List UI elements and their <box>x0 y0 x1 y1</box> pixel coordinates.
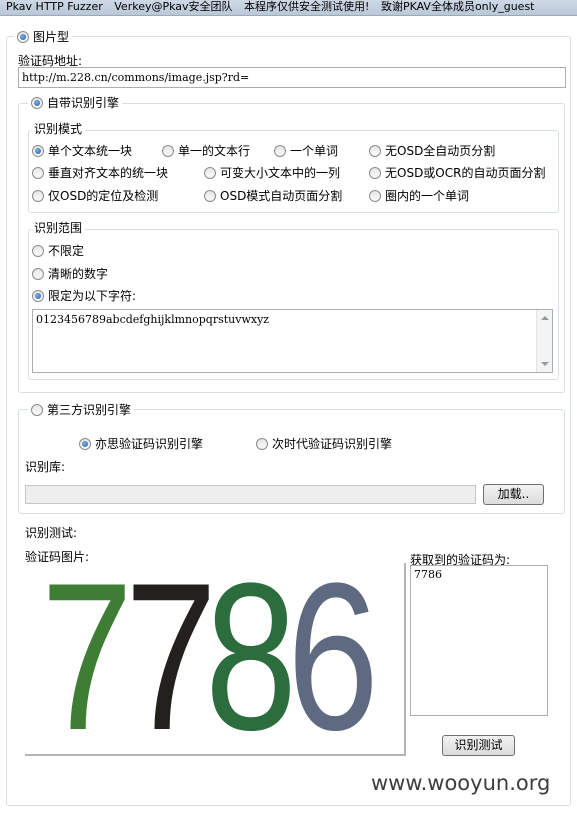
engine-option-1[interactable]: 次时代验证码识别引擎 <box>256 436 392 451</box>
test-button[interactable]: 识别测试 <box>442 735 515 756</box>
title-notice: 本程序仅供安全测试使用! <box>244 0 370 13</box>
scroll-down-icon[interactable] <box>541 362 549 366</box>
mode-option-0[interactable]: 单个文本统一块 <box>32 143 132 158</box>
mode-option-label: OSD模式自动页面分割 <box>220 188 343 203</box>
mode-option-label: 无OSD全自动页分割 <box>385 143 496 158</box>
range-radio-icon[interactable] <box>32 289 44 302</box>
range-radio-icon[interactable] <box>32 267 44 280</box>
range-group-label: 识别范围 <box>31 221 86 235</box>
mode-option-label: 仅OSD的定位及检测 <box>48 188 159 203</box>
builtin-engine-radio-icon[interactable] <box>31 96 43 109</box>
mode-radio-icon[interactable] <box>204 189 216 202</box>
mode-option-label: 无OSD或OCR的自动页面分割 <box>385 165 546 180</box>
mode-radio-icon[interactable] <box>204 166 216 179</box>
engine-option-0[interactable]: 亦思验证码识别引擎 <box>79 436 203 451</box>
test-section-label: 识别测试: <box>25 526 78 540</box>
builtin-engine-radio[interactable]: 自带识别引擎 <box>28 95 123 110</box>
title-app: Pkav HTTP Fuzzer <box>6 0 103 13</box>
mode-option-3[interactable]: 无OSD全自动页分割 <box>369 143 495 158</box>
title-author: Verkey@Pkav安全团队 <box>114 0 233 13</box>
mode-option-7[interactable]: 仅OSD的定位及检测 <box>32 188 158 203</box>
mode-radio-icon[interactable] <box>32 189 44 202</box>
mode-option-label: 可变大小文本中的一列 <box>220 165 341 180</box>
library-label: 识别库: <box>25 460 66 474</box>
mode-option-1[interactable]: 单一的文本行 <box>162 143 250 158</box>
engine-radio-icon[interactable] <box>256 437 268 450</box>
range-option-label: 限定为以下字符: <box>48 288 137 303</box>
mode-option-label: 圈内的一个单词 <box>385 188 470 203</box>
image-type-label: 图片型 <box>33 29 70 44</box>
load-library-button[interactable]: 加载.. <box>483 484 544 505</box>
mode-radio-icon[interactable] <box>369 166 381 179</box>
window-title-bar: Pkav HTTP Fuzzer Verkey@Pkav安全团队 本程序仅供安全… <box>0 0 577 16</box>
engine-option-label: 亦思验证码识别引擎 <box>95 436 204 451</box>
range-option-2[interactable]: 限定为以下字符: <box>32 288 136 303</box>
range-option-1[interactable]: 清晰的数字 <box>32 266 108 281</box>
mode-option-label: 一个单词 <box>290 143 339 158</box>
scroll-up-icon[interactable] <box>541 316 549 320</box>
captcha-digit-3: 6 <box>287 563 379 754</box>
mode-radio-icon[interactable] <box>369 189 381 202</box>
watermark: www.wooyun.org <box>371 771 551 795</box>
allowed-chars-textarea[interactable]: 0123456789abcdefghijklmnopqrstuvwxyz <box>32 309 553 373</box>
mode-option-6[interactable]: 无OSD或OCR的自动页面分割 <box>369 165 545 180</box>
mode-group-label: 识别模式 <box>31 122 86 136</box>
captcha-digit-0: 7 <box>41 563 133 754</box>
mode-option-8[interactable]: OSD模式自动页面分割 <box>204 188 342 203</box>
mode-radio-icon[interactable] <box>162 144 174 157</box>
builtin-engine-label: 自带识别引擎 <box>47 95 120 110</box>
range-option-0[interactable]: 不限定 <box>32 243 84 258</box>
mode-option-4[interactable]: 垂直对齐文本的统一块 <box>32 165 168 180</box>
image-type-radio-icon[interactable] <box>17 30 29 43</box>
mode-option-9[interactable]: 圈内的一个单词 <box>369 188 469 203</box>
third-party-engine-radio-icon[interactable] <box>31 403 43 416</box>
engine-option-label: 次时代验证码识别引擎 <box>272 436 393 451</box>
mode-radio-icon[interactable] <box>32 144 44 157</box>
library-input[interactable] <box>25 485 476 504</box>
mode-option-label: 单个文本统一块 <box>48 143 133 158</box>
third-party-engine-radio[interactable]: 第三方识别引擎 <box>28 402 135 417</box>
mode-option-label: 单一的文本行 <box>178 143 251 158</box>
result-value: 7786 <box>414 568 442 581</box>
result-textbox[interactable]: 7786 <box>410 565 548 716</box>
captcha-digits-svg: 7 7 8 6 <box>41 563 379 754</box>
title-thanks: 致谢PKAV全体成员only_guest <box>380 0 535 13</box>
mode-option-2[interactable]: 一个单词 <box>274 143 338 158</box>
url-input[interactable]: http://m.228.cn/commons/image.jsp?rd= <box>18 67 566 88</box>
allowed-chars-text: 0123456789abcdefghijklmnopqrstuvwxyz <box>36 313 270 326</box>
mode-option-label: 垂直对齐文本的统一块 <box>48 165 169 180</box>
captcha-image: 7 7 8 6 <box>25 563 406 756</box>
mode-radio-icon[interactable] <box>369 144 381 157</box>
mode-radio-icon[interactable] <box>32 166 44 179</box>
captcha-digit-2: 8 <box>205 563 297 754</box>
range-option-label: 不限定 <box>48 243 85 258</box>
engine-radio-icon[interactable] <box>79 437 91 450</box>
mode-radio-icon[interactable] <box>274 144 286 157</box>
range-radio-icon[interactable] <box>32 244 44 257</box>
chars-scrollbar[interactable] <box>536 310 552 372</box>
image-type-radio[interactable]: 图片型 <box>14 29 73 44</box>
captcha-digit-1: 7 <box>125 563 217 754</box>
range-option-label: 清晰的数字 <box>48 266 109 281</box>
third-party-engine-label: 第三方识别引擎 <box>47 402 132 417</box>
mode-option-5[interactable]: 可变大小文本中的一列 <box>204 165 340 180</box>
